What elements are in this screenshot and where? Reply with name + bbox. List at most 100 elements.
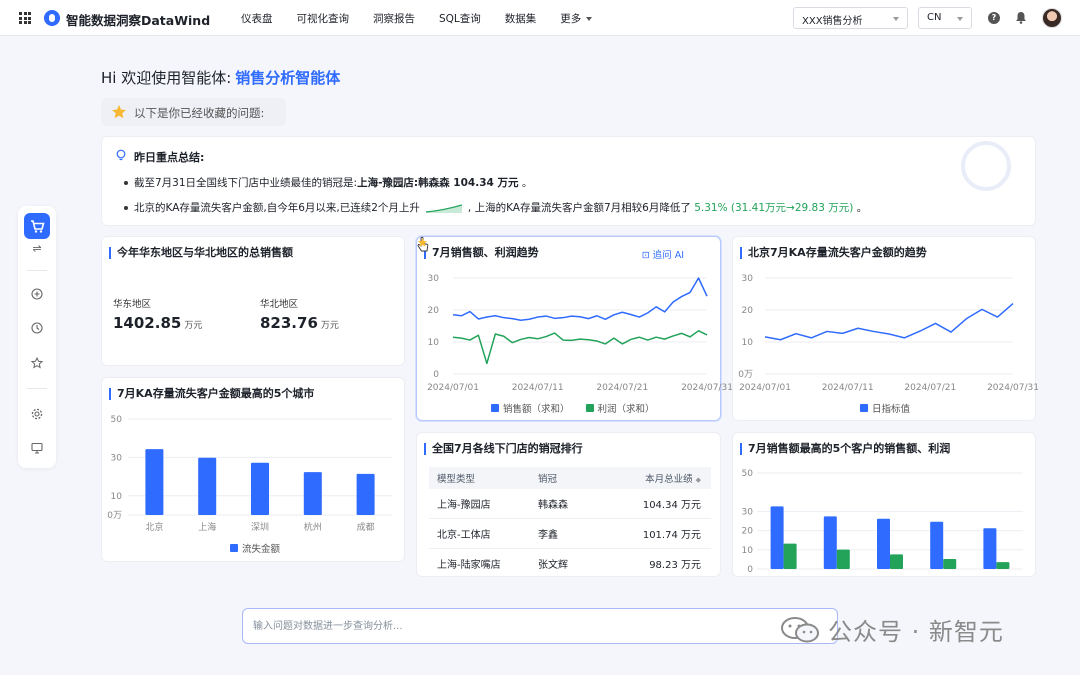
legend-item[interactable]: 利润（求和） (585, 401, 655, 415)
swap-icon[interactable]: ⇌ (31, 243, 43, 255)
y-tick-label: 10 (428, 338, 440, 348)
app-title: 智能数据洞察DataWind (66, 13, 211, 28)
legend-label: 流失金额 (242, 544, 281, 555)
bar (770, 506, 784, 569)
top-bar: 智能数据洞察DataWind 仪表盘 可视化查询 洞察报告 SQL查询 数据集 … (0, 0, 1080, 36)
table-row[interactable]: 北京-工体店 李鑫 101.74 万元 (429, 519, 711, 549)
table-cell: 101.74 万元 (642, 530, 701, 541)
query-input[interactable] (242, 608, 838, 644)
sort-icon[interactable]: ◆ (696, 476, 701, 484)
sidebar-divider (27, 270, 47, 271)
bell-icon[interactable] (1015, 11, 1027, 24)
x-tick-label: 客户B (825, 575, 849, 577)
bar (877, 518, 890, 569)
ranking-table: 模型类型 销冠 本月总业绩 ◆ 上海-豫园店 韩森森 104.34 万元 北京-工… (429, 467, 711, 576)
nav-item-dataset[interactable]: 数据集 (505, 11, 537, 26)
kpi-card[interactable]: 今年华东地区与华北地区的总销售额 华东地区 1402.85 万元 华北地区 823… (101, 236, 405, 366)
summary-text: 截至7月31日全国线下门店中业绩最佳的销冠是: (134, 177, 358, 189)
column-header[interactable]: 销冠 (538, 471, 628, 485)
y-tick-label: 30 (742, 274, 754, 284)
chevron-down-icon (586, 16, 593, 21)
sparkline (425, 204, 462, 213)
column-header-label: 本月总业绩 (645, 474, 693, 485)
sales-ranking-card[interactable]: 全国7月各线下门店的销冠排行 模型类型 销冠 本月总业绩 ◆ 上海-豫园店 韩森森… (416, 432, 721, 577)
y-tick-label: 50 (742, 469, 754, 479)
summary-line-1: 截至7月31日全国线下门店中业绩最佳的销冠是:上海-豫园店:韩森森 104.34… (124, 175, 532, 190)
gear-icon[interactable] (31, 408, 43, 420)
legend-item[interactable]: 流失金额 (230, 541, 280, 555)
series-line (764, 303, 1014, 341)
language-select[interactable]: CN (918, 7, 972, 29)
nav-item-dashboard[interactable]: 仪表盘 (241, 11, 273, 26)
kpi-number-north: 823.76 (260, 314, 318, 332)
table-cell: 上海-豫园店 (437, 500, 491, 511)
summary-title: 昨日重点总结: (134, 151, 205, 164)
summary-store: 上海-豫园店: (357, 177, 419, 189)
cities-bar-chart: 0万 10 30 50 北京 上海 深圳 杭州 成都 (107, 415, 392, 533)
help-icon[interactable]: ? (988, 12, 1000, 24)
nav-item-insight-report[interactable]: 洞察报告 (373, 11, 415, 26)
avatar[interactable] (1042, 8, 1062, 28)
chevron-down-icon (893, 17, 899, 21)
y-tick-label: 0万 (738, 370, 753, 380)
grid-icon[interactable] (19, 12, 31, 24)
x-tick-label: 客户E (985, 575, 1009, 577)
legend-label: 利润（求和） (597, 404, 655, 415)
monitor-icon[interactable] (31, 442, 43, 454)
cart-icon[interactable] (24, 213, 50, 239)
kpi-label-north: 华北地区 (260, 299, 299, 310)
decoration-icon (961, 141, 1011, 191)
x-tick-label: 客户C (878, 575, 902, 577)
star-icon[interactable] (31, 357, 43, 369)
nav-item-visual-query[interactable]: 可视化查询 (297, 11, 350, 26)
y-tick-label: 20 (742, 306, 754, 316)
history-icon[interactable] (31, 322, 43, 334)
x-tick-label: 2024/07/01 (739, 383, 791, 393)
x-tick-label: 杭州 (304, 521, 322, 533)
agent-select-value: XXX销售分析 (802, 16, 863, 27)
nav-item-more[interactable]: 更多 (560, 11, 593, 26)
table-row[interactable]: 上海-豫园店 韩森森 104.34 万元 (429, 489, 711, 519)
customers-card[interactable]: 7月销售额最高的5个客户的销售额、利润 0 10 20 30 50 客户A 客户B 客户C 客户… (732, 432, 1036, 577)
summary-text: 。 (521, 177, 533, 189)
table-cell: 北京-工体店 (437, 530, 491, 541)
summary-text: 。 (856, 202, 868, 214)
bar (930, 521, 944, 569)
x-tick-label: 客户D (931, 575, 956, 577)
x-tick-label: 2024/07/11 (822, 383, 874, 393)
chart-legend: 销售额（求和） 利润（求和） (491, 401, 671, 415)
cities-card[interactable]: 7月KA存量流失客户金额最高的5个城市 0万 10 30 50 北京 上海 深圳 杭州 成都 流… (101, 377, 405, 562)
bar (943, 559, 957, 569)
column-header[interactable]: 模型类型 (429, 471, 538, 485)
y-tick-label: 0 (433, 370, 439, 380)
series-line (452, 330, 708, 365)
agent-select[interactable]: XXX销售分析 (793, 7, 908, 29)
greeting: Hi 欢迎使用智能体: 销售分析智能体 (101, 67, 340, 88)
trend-card[interactable]: 7月销售额、利润趋势 ⊡ 追问 AI 0 10 20 30 2024/07/01 2024… (416, 236, 733, 421)
bar (356, 473, 375, 515)
bar (251, 462, 269, 515)
favorites-bar[interactable]: 以下是你已经收藏的问题: (101, 98, 286, 126)
bar (198, 457, 217, 515)
kpi-unit-north: 万元 (320, 321, 339, 331)
kpi-number-east: 1402.85 (113, 314, 182, 332)
nav-item-sql-query[interactable]: SQL查询 (439, 11, 481, 26)
left-sidebar: ⇌ (18, 206, 56, 468)
column-header-sortable[interactable]: 本月总业绩 ◆ (628, 471, 711, 485)
star-icon (112, 105, 126, 119)
nav-more-label: 更多 (560, 13, 582, 25)
legend-item[interactable]: 销售额（求和） (491, 401, 570, 415)
beijing-trend-card[interactable]: 北京7月KA存量流失客户金额的趋势 0万 10 20 30 2024/07/01 2024… (732, 236, 1039, 421)
table-row[interactable]: 上海-陆家嘴店 张文辉 98.23 万元 (429, 549, 711, 576)
greeting-prefix: Hi 欢迎使用智能体: (101, 69, 232, 87)
bar (996, 562, 1010, 569)
y-tick-label: 30 (428, 274, 440, 284)
x-tick-label: 上海 (198, 521, 216, 533)
legend-item[interactable]: 日指标值 (860, 401, 910, 415)
x-tick-label: 2024/07/11 (512, 383, 564, 393)
logo-icon (44, 10, 60, 26)
y-tick-label: 20 (428, 306, 440, 316)
add-icon[interactable] (31, 288, 43, 300)
legend-label: 日指标值 (872, 404, 911, 415)
bar (983, 528, 997, 569)
